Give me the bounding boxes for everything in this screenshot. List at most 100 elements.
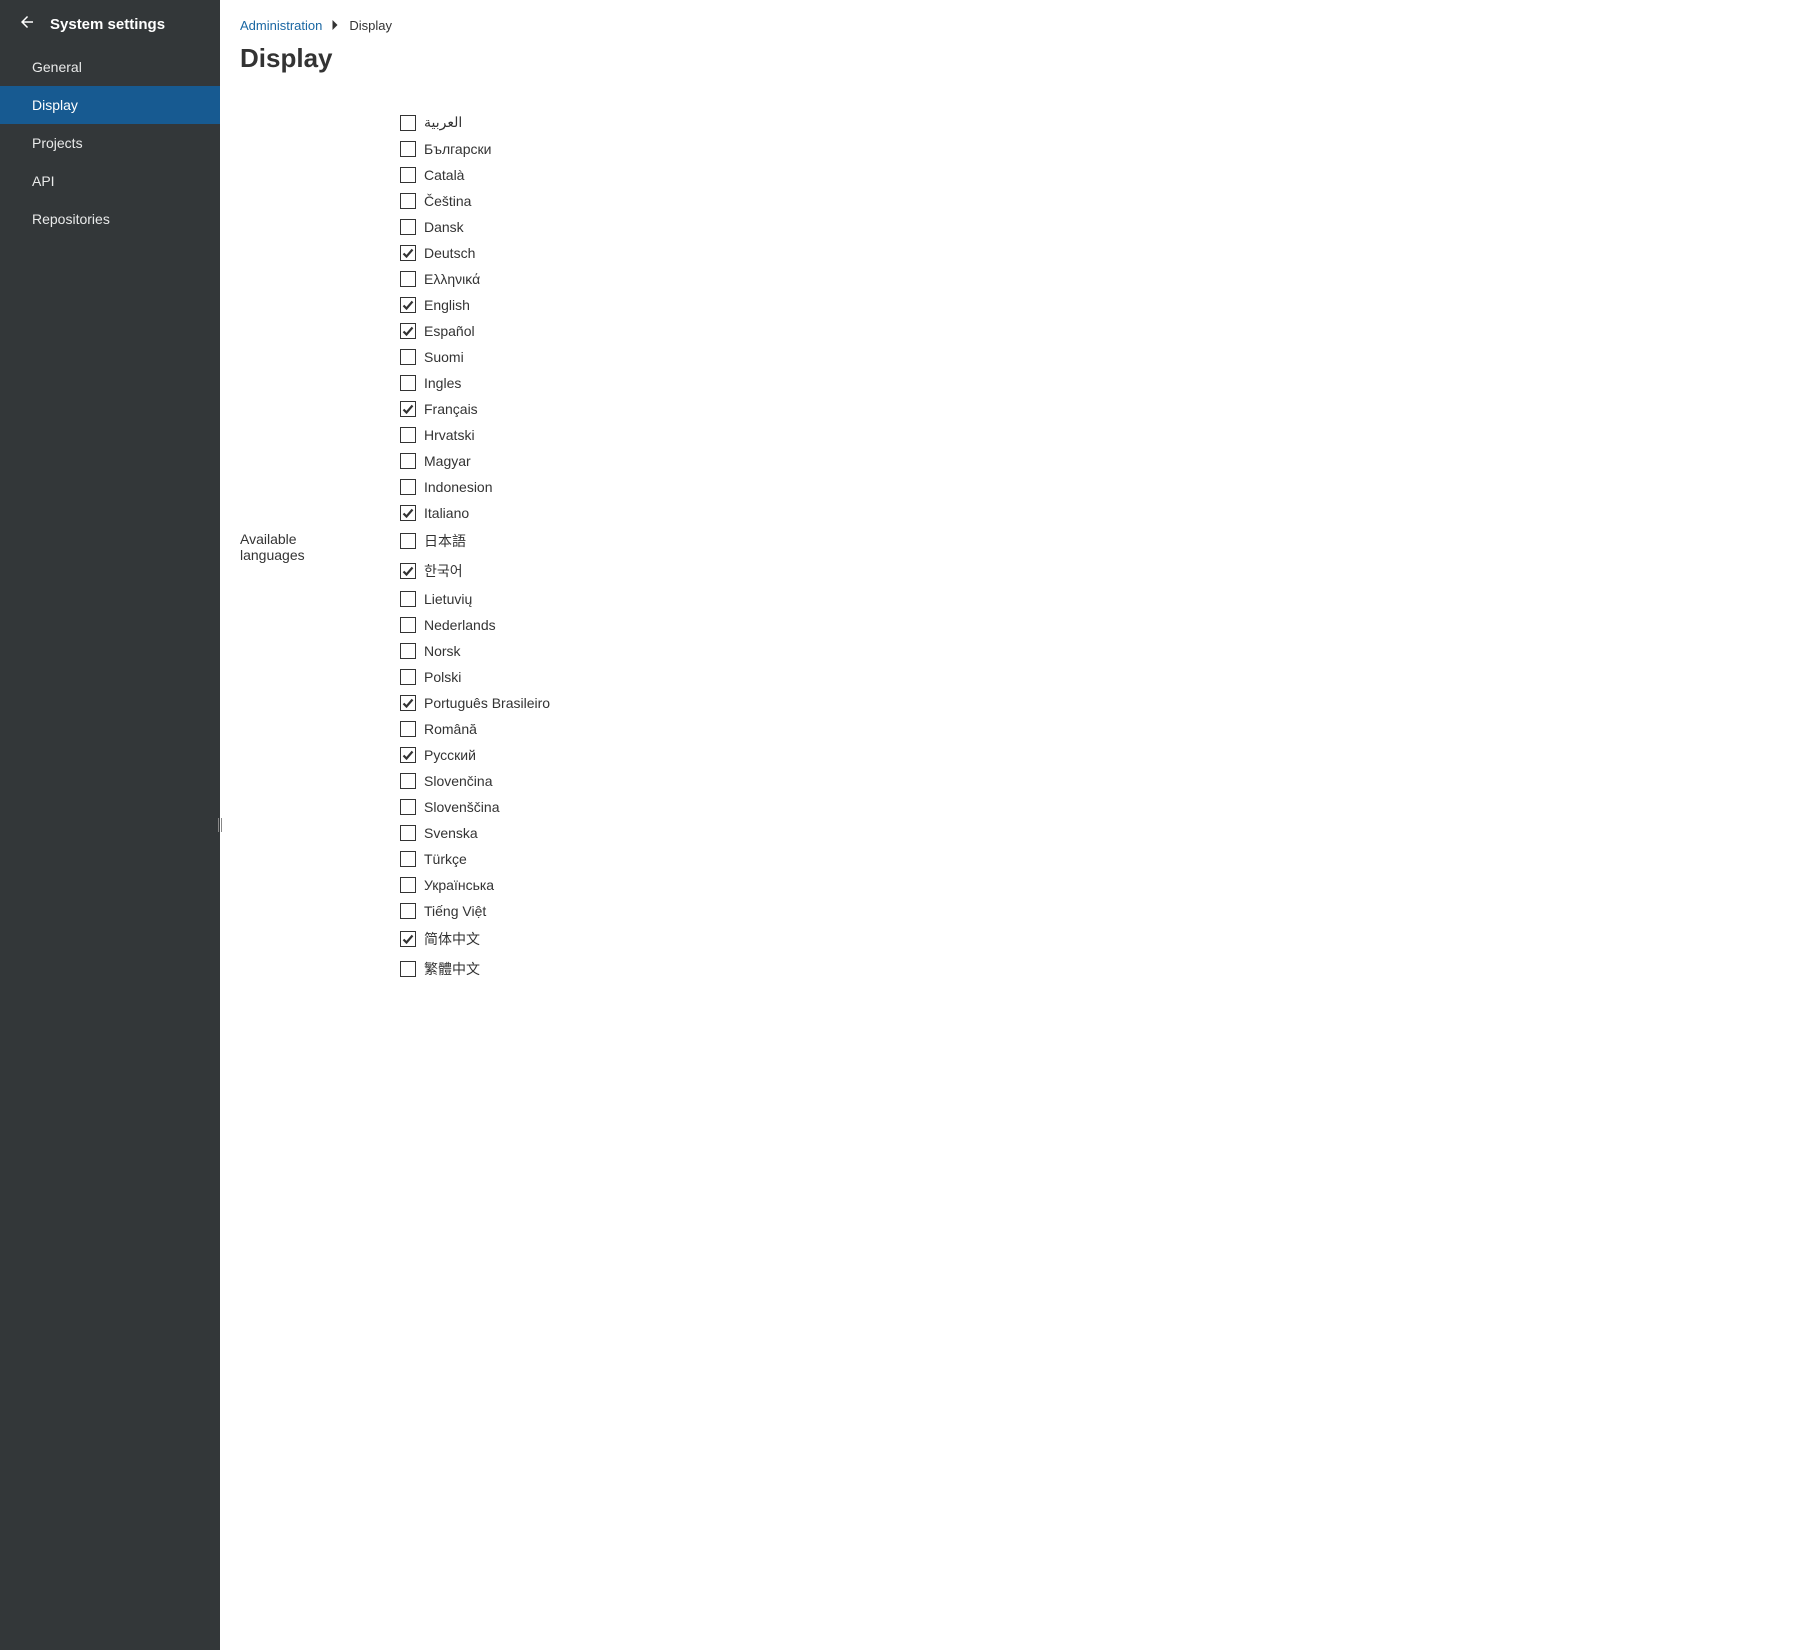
language-item: Français	[400, 401, 550, 417]
language-checkbox[interactable]	[400, 591, 416, 607]
language-checkbox[interactable]	[400, 271, 416, 287]
sidebar-item-label: Display	[32, 97, 78, 113]
language-item: Nederlands	[400, 617, 550, 633]
language-label[interactable]: Lietuvių	[424, 591, 472, 607]
sidebar-item-label: General	[32, 59, 82, 75]
language-label[interactable]: Français	[424, 401, 478, 417]
language-checkbox[interactable]	[400, 533, 416, 549]
language-label[interactable]: Ελληνικά	[424, 271, 480, 287]
language-item: 繁體中文	[400, 959, 550, 979]
language-checkbox[interactable]	[400, 193, 416, 209]
language-label[interactable]: Hrvatski	[424, 427, 475, 443]
language-checkbox[interactable]	[400, 617, 416, 633]
language-item: Slovenčina	[400, 773, 550, 789]
language-checkbox[interactable]	[400, 167, 416, 183]
language-label[interactable]: Українська	[424, 877, 494, 893]
language-item: English	[400, 297, 550, 313]
language-checkbox[interactable]	[400, 563, 416, 579]
language-label[interactable]: Türkçe	[424, 851, 467, 867]
language-checkbox[interactable]	[400, 877, 416, 893]
language-label[interactable]: English	[424, 297, 470, 313]
sidebar-item-projects[interactable]: Projects	[0, 124, 220, 162]
language-label[interactable]: Italiano	[424, 505, 469, 521]
language-checkbox[interactable]	[400, 773, 416, 789]
language-label[interactable]: Norsk	[424, 643, 461, 659]
language-label[interactable]: Español	[424, 323, 475, 339]
language-checkbox[interactable]	[400, 505, 416, 521]
language-checkbox[interactable]	[400, 323, 416, 339]
language-checkbox[interactable]	[400, 349, 416, 365]
language-label[interactable]: Čeština	[424, 193, 471, 209]
sidebar-header: System settings	[0, 0, 220, 48]
language-label[interactable]: Polski	[424, 669, 461, 685]
language-checkbox[interactable]	[400, 141, 416, 157]
sidebar-item-general[interactable]: General	[0, 48, 220, 86]
language-checkbox[interactable]	[400, 825, 416, 841]
sidebar-item-label: Projects	[32, 135, 83, 151]
language-checkbox[interactable]	[400, 219, 416, 235]
language-label[interactable]: Indonesion	[424, 479, 493, 495]
language-label[interactable]: Deutsch	[424, 245, 475, 261]
language-label[interactable]: Русский	[424, 747, 476, 763]
language-label[interactable]: Ingles	[424, 375, 461, 391]
language-checkbox[interactable]	[400, 115, 416, 131]
sidebar-item-api[interactable]: API	[0, 162, 220, 200]
language-checkbox[interactable]	[400, 721, 416, 737]
language-checkbox[interactable]	[400, 643, 416, 659]
language-item: Deutsch	[400, 245, 550, 261]
language-label[interactable]: العربية	[424, 114, 462, 131]
language-label[interactable]: Dansk	[424, 219, 464, 235]
language-checkbox[interactable]	[400, 695, 416, 711]
language-label[interactable]: 한국어	[424, 561, 463, 581]
language-item: Dansk	[400, 219, 550, 235]
language-item: 日本語	[400, 531, 550, 551]
language-checkbox[interactable]	[400, 747, 416, 763]
language-checkbox[interactable]	[400, 931, 416, 947]
language-checkbox[interactable]	[400, 479, 416, 495]
language-checkbox[interactable]	[400, 851, 416, 867]
language-label[interactable]: Slovenščina	[424, 799, 500, 815]
language-label[interactable]: Svenska	[424, 825, 478, 841]
language-item: Magyar	[400, 453, 550, 469]
language-item: Norsk	[400, 643, 550, 659]
language-label[interactable]: Română	[424, 721, 477, 737]
language-label[interactable]: 繁體中文	[424, 959, 480, 979]
language-checkbox[interactable]	[400, 245, 416, 261]
language-item: Ingles	[400, 375, 550, 391]
back-icon[interactable]	[18, 13, 36, 35]
language-item: Català	[400, 167, 550, 183]
language-checkbox[interactable]	[400, 961, 416, 977]
breadcrumb-root-link[interactable]: Administration	[240, 18, 322, 33]
sidebar: System settings General Display Projects AP…	[0, 0, 220, 1650]
language-label[interactable]: Български	[424, 141, 491, 157]
language-checkbox[interactable]	[400, 903, 416, 919]
sidebar-item-display[interactable]: Display	[0, 86, 220, 124]
language-label[interactable]: Nederlands	[424, 617, 496, 633]
language-checkbox[interactable]	[400, 401, 416, 417]
language-checkbox[interactable]	[400, 453, 416, 469]
sidebar-item-repositories[interactable]: Repositories	[0, 200, 220, 238]
language-item: Italiano	[400, 505, 550, 521]
language-label[interactable]: 简体中文	[424, 929, 480, 949]
language-item: Lietuvių	[400, 591, 550, 607]
language-item: Română	[400, 721, 550, 737]
page-title: Display	[240, 43, 1778, 74]
language-item: Ελληνικά	[400, 271, 550, 287]
language-label[interactable]: Tiếng Việt	[424, 903, 486, 919]
language-label[interactable]: Català	[424, 167, 464, 183]
sidebar-resize-handle[interactable]	[216, 813, 224, 837]
language-label[interactable]: Magyar	[424, 453, 471, 469]
main-content: Administration Display Display Available…	[220, 0, 1798, 1650]
language-label[interactable]: 日本語	[424, 531, 466, 551]
language-label[interactable]: Slovenčina	[424, 773, 493, 789]
language-item: Indonesion	[400, 479, 550, 495]
language-checkbox[interactable]	[400, 375, 416, 391]
language-checkbox[interactable]	[400, 427, 416, 443]
language-label[interactable]: Suomi	[424, 349, 464, 365]
language-checkbox[interactable]	[400, 669, 416, 685]
language-list: العربية Български Català Čeština Dansk Deutsc…	[400, 114, 550, 979]
language-item: Slovenščina	[400, 799, 550, 815]
language-checkbox[interactable]	[400, 799, 416, 815]
language-label[interactable]: Português Brasileiro	[424, 695, 550, 711]
language-checkbox[interactable]	[400, 297, 416, 313]
